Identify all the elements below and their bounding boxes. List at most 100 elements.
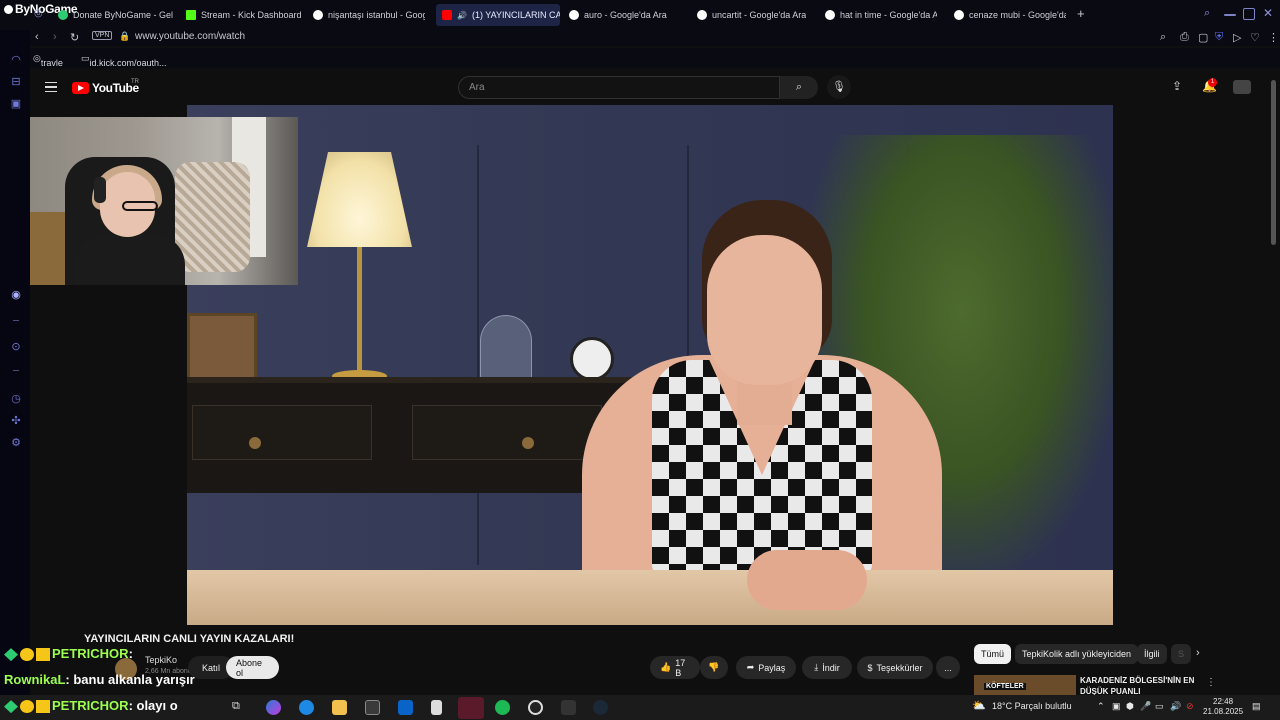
search-input[interactable]: Ara — [458, 76, 780, 99]
recommended-menu-icon[interactable]: ⋮ — [1206, 677, 1216, 688]
chat-message: RownikaL: banu alkanla yarışır — [4, 672, 195, 687]
drawer — [412, 405, 602, 460]
chip-more[interactable]: S — [1171, 644, 1192, 664]
dislike-button[interactable]: 👎 — [700, 656, 728, 679]
google-icon — [825, 10, 835, 20]
channel-name[interactable]: TepkiKo — [145, 655, 177, 665]
new-tab-button[interactable]: + — [1077, 6, 1085, 21]
windows-taskbar: ⧉ ⛅ 18°C Parçalı bulutlu ⌃ ▣ ⬢ 🎤 ▭ 🔊 ⊘ 2… — [0, 695, 1280, 720]
search-tabs-icon[interactable]: ⌕ — [1204, 7, 1210, 20]
reload-icon[interactable]: ↻ — [70, 31, 79, 44]
spotify-icon[interactable] — [495, 700, 510, 715]
url-field[interactable]: www.youtube.com/watch — [135, 31, 245, 42]
copilot-icon[interactable] — [266, 700, 281, 715]
workspace-icon[interactable]: ◎ — [34, 8, 43, 19]
tab-nisantasi[interactable]: nişantaşı istanbul - Googl — [313, 4, 425, 26]
minimize-button[interactable] — [1224, 14, 1236, 16]
chip-related[interactable]: İlgili — [1137, 644, 1167, 664]
taskbar-clock[interactable]: 22:48 21.08.2025 — [1203, 697, 1243, 717]
bookmark-kick-oauth[interactable]: ▭ id.kick.com/oauth... — [81, 53, 167, 68]
notepad-icon[interactable] — [431, 700, 442, 715]
notification-center-icon[interactable]: ▤ — [1252, 701, 1261, 712]
youtube-icon — [442, 10, 452, 20]
hamburger-menu-icon[interactable] — [45, 82, 57, 92]
microphone-icon[interactable]: 🎤 — [1140, 701, 1151, 712]
like-button[interactable]: 👍 17 B — [650, 656, 700, 679]
recommended-thumbnail[interactable]: KÖFTELER — [974, 675, 1076, 695]
sidebar-bag-icon[interactable]: ⊟ — [10, 76, 22, 88]
tray-alert-icon[interactable]: ⊘ — [1186, 701, 1194, 712]
tab-uncartit[interactable]: uncartit - Google'da Ara — [697, 4, 806, 26]
sidebar-divider — [13, 320, 19, 321]
speaker-icon: 🔊 — [457, 10, 467, 20]
download-button[interactable]: ⤓ İndir — [802, 656, 852, 679]
lock-icon[interactable]: 🔒 — [119, 31, 130, 42]
snapshot-icon[interactable]: ⎙ — [1180, 31, 1189, 44]
steam-icon[interactable] — [593, 700, 608, 715]
maximize-button[interactable] — [1243, 8, 1255, 20]
tab-kick[interactable]: Stream - Kick Dashboard — [186, 4, 302, 26]
heart-icon[interactable]: ♡ — [1250, 31, 1260, 44]
google-icon — [313, 10, 323, 20]
app-icon[interactable] — [458, 697, 484, 719]
tab-youtube-active[interactable]: 🔊 (1) YAYINCILARIN CA — [436, 4, 560, 26]
weather-text[interactable]: 18°C Parçalı bulutlu — [992, 701, 1072, 711]
mic-icon: 🎙 — [832, 81, 846, 93]
search-button[interactable]: ⌕ — [780, 76, 818, 99]
network-icon[interactable]: ▭ — [1155, 701, 1164, 712]
alarm-clock — [570, 337, 614, 381]
avatar[interactable] — [1233, 80, 1251, 94]
sidebar-home-icon[interactable]: ◠ — [10, 54, 22, 66]
menu-icon[interactable]: ⋮ — [1268, 31, 1279, 44]
bookmarks-bar: ◎ travle ▭ id.kick.com/oauth... — [30, 48, 1280, 68]
sidebar-history-icon[interactable]: ◷ — [10, 393, 22, 405]
edge-icon[interactable] — [299, 700, 314, 715]
chevron-right-icon[interactable]: › — [1196, 647, 1200, 659]
volume-icon[interactable]: 🔊 — [1170, 701, 1181, 712]
sidebar-play-icon[interactable]: ⊙ — [10, 341, 22, 353]
youtube-logo[interactable]: YouTube — [72, 81, 139, 95]
bookmark-travle[interactable]: ◎ travle — [33, 53, 63, 68]
tray-app-icon[interactable]: ⬢ — [1126, 701, 1134, 712]
tray-app-icon[interactable]: ▣ — [1112, 701, 1121, 712]
sidebar-chat-icon[interactable]: ▣ — [10, 98, 22, 110]
close-button[interactable]: ✕ — [1263, 6, 1273, 20]
outlook-icon[interactable] — [398, 700, 413, 715]
video-player[interactable] — [187, 105, 1113, 625]
file-explorer-icon[interactable] — [332, 700, 347, 715]
chip-uploader[interactable]: TepkiKolik adlı yükleyiciden — [1015, 644, 1139, 664]
discord-icon[interactable]: ◉ — [10, 289, 22, 301]
shield-icon[interactable]: ⛨ — [1215, 31, 1223, 44]
chip-all[interactable]: Tümü — [974, 644, 1012, 664]
voice-search-button[interactable]: 🎙 — [827, 75, 851, 99]
epic-games-icon[interactable] — [561, 700, 576, 715]
tab-donate[interactable]: Donate ByNoGame - Gel — [58, 4, 173, 26]
vpn-badge[interactable]: VPN — [92, 31, 113, 40]
back-icon[interactable]: ‹ — [35, 31, 39, 43]
weather-icon[interactable]: ⛅ — [972, 699, 986, 712]
sidebar-puzzle-icon[interactable]: ✣ — [10, 415, 22, 427]
tab-cenaze[interactable]: cenaze mubi - Google'da — [954, 4, 1066, 26]
more-actions-button[interactable]: ... — [936, 656, 960, 679]
upload-icon[interactable]: ⇪ — [1172, 79, 1182, 93]
page-scrollbar[interactable] — [1271, 80, 1276, 245]
tab-hat-in-time[interactable]: hat in time - Google'da A — [825, 4, 937, 26]
store-icon[interactable] — [365, 700, 380, 715]
zoom-icon[interactable]: ⌕ — [1160, 31, 1166, 44]
thanks-button[interactable]: $ Teşekkürler — [857, 656, 933, 679]
thumbs-up-icon: 👍 — [660, 662, 672, 672]
address-bar-row: ‹ › ↻ VPN 🔒 www.youtube.com/watch ⌕ ⎙ ▢ … — [30, 28, 1280, 46]
recommended-title[interactable]: KARADENİZ BÖLGESİ'NİN EN DÜŞÜK PUANLI — [1080, 675, 1220, 697]
play-icon[interactable]: ▷ — [1233, 31, 1241, 44]
sidebar-settings-icon[interactable]: ⚙ — [10, 437, 22, 449]
chevron-up-icon[interactable]: ⌃ — [1097, 701, 1105, 712]
search-icon: ⌕ — [795, 81, 803, 93]
extension-icon[interactable]: ▢ — [1198, 31, 1208, 44]
subscribe-button[interactable]: Abone ol — [226, 656, 279, 679]
tab-auro[interactable]: auro - Google'da Ara — [569, 4, 667, 26]
forward-icon[interactable]: › — [53, 31, 57, 43]
obs-icon[interactable] — [528, 700, 543, 715]
task-view-icon[interactable]: ⧉ — [232, 700, 247, 715]
clock-time: 22:48 — [1213, 697, 1234, 706]
share-button[interactable]: ➦ Paylaş — [736, 656, 796, 679]
